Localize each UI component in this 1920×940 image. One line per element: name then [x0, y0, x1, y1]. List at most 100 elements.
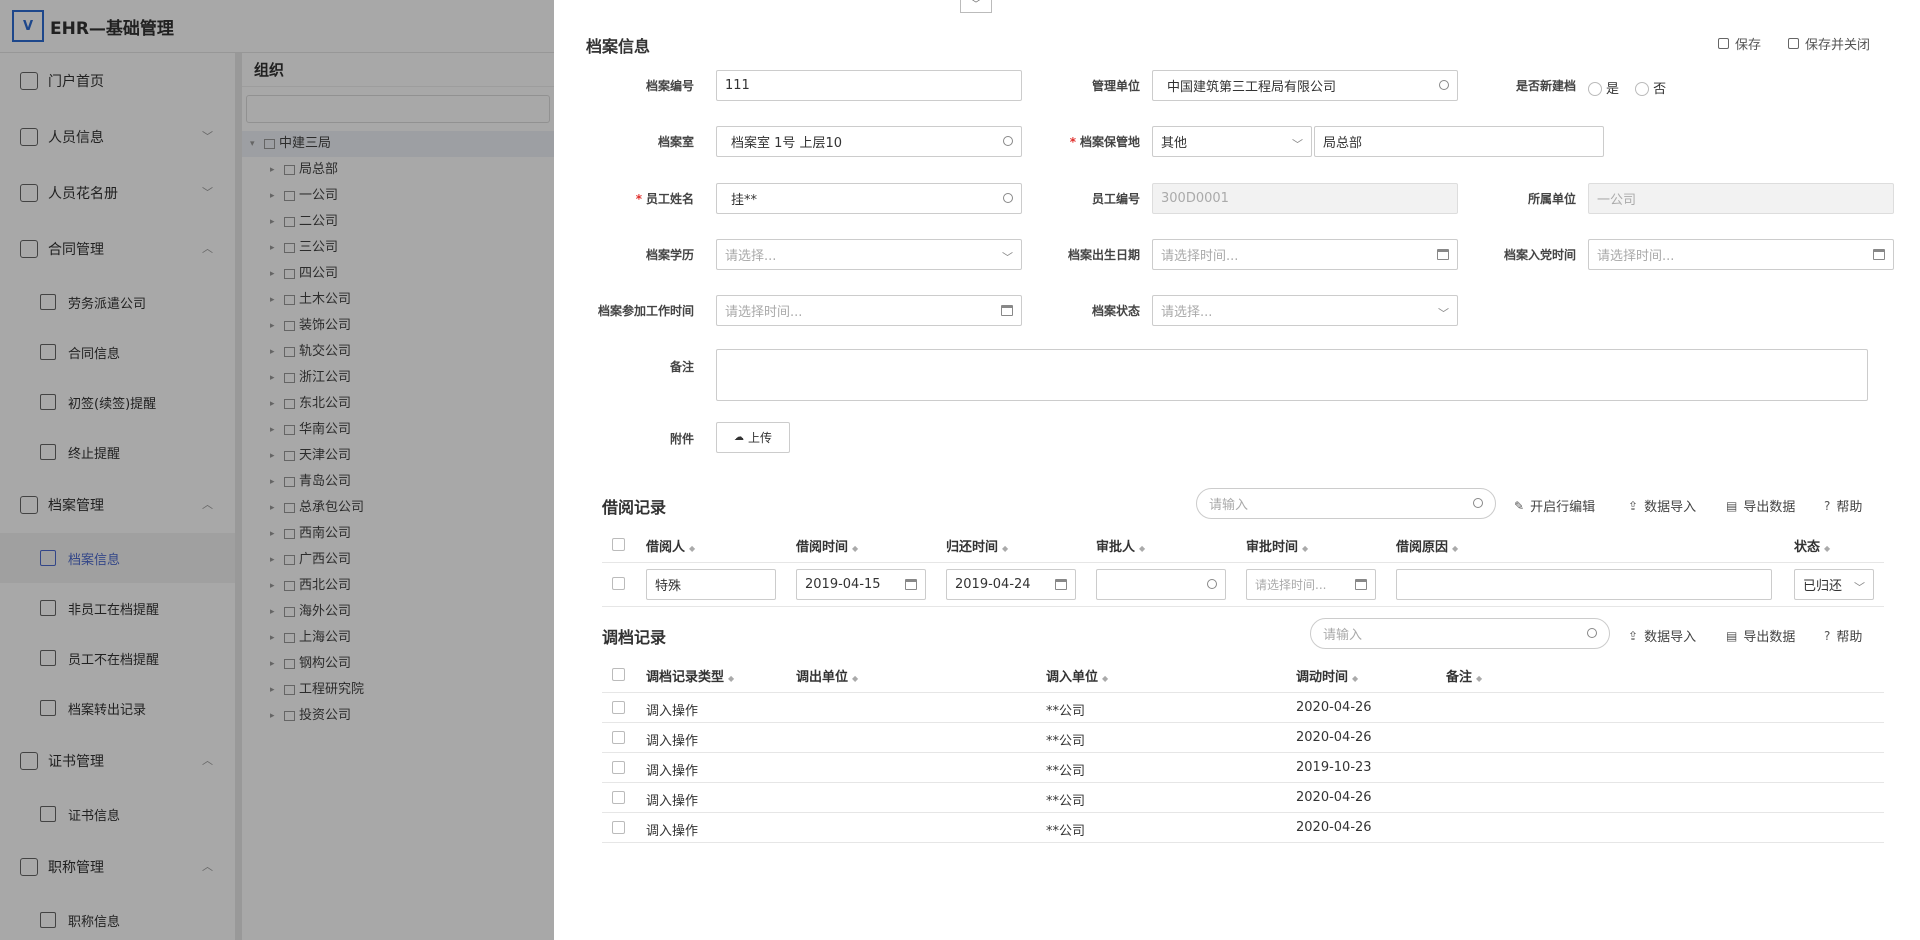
borrow-import-button[interactable]: ⇪ 数据导入 [1628, 496, 1697, 516]
borrow-col-header[interactable]: 借阅时间 ◆ [796, 536, 858, 555]
approver-input[interactable] [1096, 569, 1226, 600]
row-edit-button[interactable]: ✎ 开启行编辑 [1514, 496, 1595, 516]
sort-icon[interactable]: ◆ [1824, 544, 1830, 553]
transfer-col-header[interactable]: 调档记录类型 ◆ [646, 666, 734, 685]
collapse-drawer-button[interactable]: ﹀ [960, 0, 992, 13]
column-label: 备注 [1446, 670, 1473, 685]
borrow-col-header[interactable]: 归还时间 ◆ [946, 536, 1008, 555]
borrow-status-select[interactable]: 已归还 ﹀ [1794, 569, 1874, 600]
export-icon: ▤ [1726, 628, 1738, 643]
sort-icon[interactable]: ◆ [689, 544, 695, 553]
unit-value: 一公司 [1597, 193, 1637, 208]
transfer-row-checkbox[interactable] [612, 761, 625, 774]
status-placeholder: 请选择... [1161, 305, 1213, 320]
borrow-row-checkbox[interactable] [612, 577, 625, 590]
label-unit: 所属单位 [1527, 192, 1576, 206]
transfer-select-all-checkbox[interactable] [612, 668, 625, 681]
approve-time-picker[interactable]: 请选择时间... [1246, 569, 1376, 600]
archive-place-select[interactable]: 其他 ﹀ [1152, 126, 1312, 157]
column-label: 归还时间 [946, 540, 999, 555]
table-cell: **公司 [1046, 704, 1086, 719]
sort-icon[interactable]: ◆ [1352, 674, 1358, 683]
sort-icon[interactable]: ◆ [1476, 674, 1482, 683]
archive-place-input[interactable]: 局总部 [1314, 126, 1604, 157]
return-date-picker[interactable]: 2019-04-24 [946, 569, 1076, 600]
transfer-help-button[interactable]: ? 帮助 [1824, 626, 1863, 646]
radio-yes[interactable] [1588, 82, 1602, 96]
borrow-import-label: 数据导入 [1644, 500, 1697, 515]
borrow-search-input[interactable]: 请输入 [1196, 488, 1496, 519]
transfer-row-checkbox[interactable] [612, 731, 625, 744]
label-mgmt-unit: 管理单位 [1091, 79, 1140, 93]
save-button[interactable]: 保存 [1718, 34, 1761, 53]
table-row-divider [602, 722, 1884, 723]
borrow-col-header[interactable]: 借阅原因 ◆ [1396, 536, 1458, 555]
borrow-col-header[interactable]: 审批时间 ◆ [1246, 536, 1308, 555]
transfer-row-checkbox[interactable] [612, 791, 625, 804]
sort-icon[interactable]: ◆ [852, 544, 858, 553]
borrower-input[interactable]: 特殊 [646, 569, 776, 600]
column-label: 审批人 [1096, 540, 1136, 555]
column-label: 状态 [1794, 540, 1821, 555]
modal-overlay[interactable] [0, 0, 554, 940]
save-close-button[interactable]: 保存并关闭 [1788, 34, 1870, 53]
transfer-export-button[interactable]: ▤ 导出数据 [1726, 626, 1795, 646]
borrow-export-label: 导出数据 [1743, 500, 1796, 515]
table-cell: 2019-10-23 [1296, 760, 1372, 775]
borrow-col-header[interactable]: 状态 ◆ [1794, 536, 1830, 555]
column-label: 调动时间 [1296, 670, 1349, 685]
edit-icon: ✎ [1514, 498, 1525, 513]
sort-icon[interactable]: ◆ [728, 674, 734, 683]
sort-icon[interactable]: ◆ [1139, 544, 1145, 553]
borrow-help-button[interactable]: ? 帮助 [1824, 496, 1863, 516]
borrow-select-all-checkbox[interactable] [612, 538, 625, 551]
sort-icon[interactable]: ◆ [1302, 544, 1308, 553]
mgmt-unit-value: 中国建筑第三工程局有限公司 [1167, 80, 1337, 95]
borrow-export-button[interactable]: ▤ 导出数据 [1726, 496, 1796, 516]
transfer-search-placeholder: 请输入 [1323, 628, 1363, 643]
transfer-col-header[interactable]: 调入单位 ◆ [1046, 666, 1108, 685]
archive-drawer: ﹀ 档案信息 保存 保存并关闭 档案编号 111 管理单位 中国建筑第三工程局有… [554, 0, 1920, 940]
party-date-picker[interactable]: 请选择时间... [1588, 239, 1894, 270]
remark-textarea[interactable] [716, 349, 1868, 401]
upload-button[interactable]: ☁ 上传 [716, 422, 790, 453]
transfer-help-label: 帮助 [1836, 630, 1863, 645]
column-label: 审批时间 [1246, 540, 1299, 555]
sort-icon[interactable]: ◆ [1002, 544, 1008, 553]
transfer-search-input[interactable]: 请输入 [1310, 618, 1610, 649]
label-status: 档案状态 [1091, 304, 1140, 318]
borrow-help-label: 帮助 [1836, 500, 1863, 515]
sort-icon[interactable]: ◆ [1102, 674, 1108, 683]
divider [602, 606, 1884, 607]
column-label: 调出单位 [796, 670, 849, 685]
archive-place-value: 局总部 [1323, 136, 1363, 151]
table-cell: 2020-04-26 [1296, 730, 1372, 745]
status-select[interactable]: 请选择... ﹀ [1152, 295, 1458, 326]
label-emp-name: * 员工姓名 [635, 192, 694, 206]
sort-icon[interactable]: ◆ [852, 674, 858, 683]
borrow-col-header[interactable]: 审批人 ◆ [1096, 536, 1145, 555]
column-label: 调入单位 [1046, 670, 1099, 685]
transfer-row-checkbox[interactable] [612, 821, 625, 834]
radio-no[interactable] [1635, 82, 1650, 96]
borrow-reason-input[interactable] [1396, 569, 1772, 600]
borrow-col-header[interactable]: 借阅人 ◆ [646, 536, 695, 555]
table-cell: 调入操作 [646, 704, 699, 719]
transfer-row-checkbox[interactable] [612, 701, 625, 714]
borrow-section-title: 借阅记录 [602, 498, 667, 517]
borrow-date-picker[interactable]: 2019-04-15 [796, 569, 926, 600]
search-icon [1473, 498, 1483, 508]
is-new-radio-group: 是 否 [1588, 78, 1666, 97]
label-birth: 档案出生日期 [1067, 248, 1140, 262]
table-cell: 2020-04-26 [1296, 790, 1372, 805]
sort-icon[interactable]: ◆ [1452, 544, 1458, 553]
export-icon: ▤ [1726, 498, 1738, 513]
transfer-import-button[interactable]: ⇪ 数据导入 [1628, 626, 1696, 646]
transfer-col-header[interactable]: 备注 ◆ [1446, 666, 1482, 685]
table-cell: **公司 [1046, 824, 1086, 839]
transfer-col-header[interactable]: 调出单位 ◆ [796, 666, 858, 685]
save-close-label: 保存并关闭 [1805, 38, 1871, 53]
transfer-col-header[interactable]: 调动时间 ◆ [1296, 666, 1358, 685]
label-remark: 备注 [669, 360, 694, 374]
emp-name-value: 挂** [731, 193, 758, 208]
